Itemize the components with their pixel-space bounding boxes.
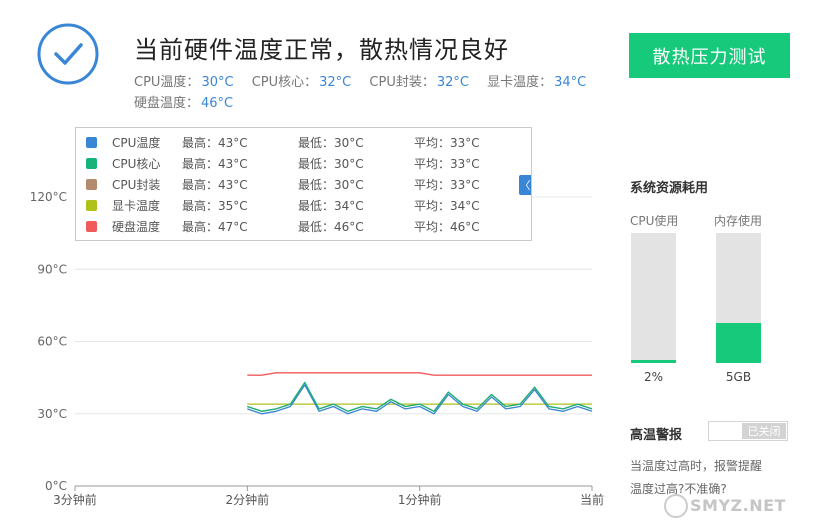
x-tick-label: 2分钟前 xyxy=(226,492,270,507)
legend-swatch xyxy=(86,179,97,190)
legend-swatch xyxy=(86,221,97,232)
resources-title: 系统资源耗用 xyxy=(630,181,709,196)
memory-usage-label: 内存使用 xyxy=(714,214,763,228)
reading-value: 34°C xyxy=(554,75,587,90)
memory-usage-value: 5GB xyxy=(725,370,752,384)
legend-avg: 平均：33°C xyxy=(414,157,480,171)
reading-value: 30°C xyxy=(201,75,234,90)
checkmark-circle-icon xyxy=(37,23,99,85)
legend-avg: 平均：46°C xyxy=(414,220,480,234)
legend-max: 最高：43°C xyxy=(182,157,248,171)
legend-name: CPU封装 xyxy=(112,178,161,192)
reading-disk-temp: 硬盘温度： 46°C xyxy=(134,93,233,114)
legend-min: 最低：46°C xyxy=(298,220,364,234)
legend-name: 显卡温度 xyxy=(112,199,161,213)
legend-name: CPU温度 xyxy=(112,136,161,150)
legend-row-gpu-temp: 显卡温度 最高：35°C 最低：34°C 平均：34°C xyxy=(76,195,531,216)
cpu-usage-label: CPU使用 xyxy=(630,214,679,228)
series-line-1 xyxy=(247,384,593,415)
legend-max: 最高：43°C xyxy=(182,136,248,150)
y-tick-label: 60°C xyxy=(37,335,67,349)
legend-row-cpu-package: CPU封装 最高：43°C 最低：30°C 平均：33°C xyxy=(76,174,531,195)
alert-description: 当温度过高时，报警提醒 温度过高?不准确? xyxy=(630,455,810,501)
reading-label: CPU封装： xyxy=(369,75,435,90)
legend-row-cpu-core: CPU核心 最高：43°C 最低：30°C 平均：33°C xyxy=(76,153,531,174)
status-headline: 当前硬件温度正常，散热情况良好 xyxy=(134,36,509,64)
reading-cpu-core: CPU核心： 32°C xyxy=(252,72,352,93)
memory-usage-fill xyxy=(716,322,761,363)
high-temp-alert-toggle[interactable]: 已关闭 xyxy=(708,421,788,441)
watermark-logo-icon xyxy=(664,494,688,518)
reading-label: CPU温度： xyxy=(134,75,200,90)
legend-avg: 平均：34°C xyxy=(414,199,480,213)
cpu-usage-value: 2% xyxy=(643,370,664,384)
watermark: SMYZ.NET xyxy=(690,496,786,515)
temperature-readings: CPU温度： 30°C CPU核心： 32°C CPU封装： 32°C 显卡温度： 34… xyxy=(134,72,604,114)
x-tick-label: 当前 xyxy=(580,492,604,507)
cpu-usage-fill xyxy=(631,360,676,363)
legend-row-disk-temp: 硬盘温度 最高：47°C 最低：46°C 平均：46°C xyxy=(76,216,531,237)
legend-max: 最高：47°C xyxy=(182,220,248,234)
legend-name: 硬盘温度 xyxy=(112,220,161,234)
legend-max: 最高：43°C xyxy=(182,178,248,192)
legend-row-cpu-temp: CPU温度 最高：43°C 最低：30°C 平均：33°C xyxy=(76,132,531,153)
legend-min: 最低：30°C xyxy=(298,157,364,171)
memory-usage-bar xyxy=(716,233,761,363)
y-tick-label: 30°C xyxy=(37,407,67,421)
legend-avg: 平均：33°C xyxy=(414,178,480,192)
legend-swatch xyxy=(86,137,97,148)
reading-label: 显卡温度： xyxy=(487,75,553,90)
reading-value: 46°C xyxy=(201,96,234,111)
y-tick-label: 0°C xyxy=(45,479,67,493)
legend-max: 最高：35°C xyxy=(182,199,248,213)
x-tick-label: 1分钟前 xyxy=(398,492,442,507)
stress-test-button[interactable]: 散热压力测试 xyxy=(629,33,790,78)
reading-cpu-temp: CPU温度： 30°C xyxy=(134,72,234,93)
reading-label: CPU核心： xyxy=(251,75,318,90)
series-line-5 xyxy=(247,372,592,376)
toggle-state-label: 已关闭 xyxy=(742,423,786,439)
reading-gpu-temp: 显卡温度： 34°C xyxy=(487,72,586,93)
reading-value: 32°C xyxy=(436,75,469,90)
reading-value: 32°C xyxy=(319,75,352,90)
legend-min: 最低：30°C xyxy=(298,178,364,192)
reading-label: 硬盘温度： xyxy=(134,96,200,111)
y-tick-label: 120°C xyxy=(30,190,67,204)
cpu-usage-bar xyxy=(631,233,676,363)
toggle-knob xyxy=(709,422,741,440)
legend-avg: 平均：33°C xyxy=(414,136,480,150)
legend-min: 最低：30°C xyxy=(298,136,364,150)
x-tick-label: 3分钟前 xyxy=(53,492,97,507)
legend-name: CPU核心 xyxy=(112,157,161,171)
alert-description-text: 当温度过高时，报警提醒 xyxy=(630,459,763,473)
high-temp-alert-title: 高温警报 xyxy=(630,428,683,443)
chart-legend: CPU温度 最高：43°C 最低：30°C 平均：33°C CPU核心 最高：4… xyxy=(75,127,532,241)
legend-swatch xyxy=(86,158,97,169)
reading-cpu-package: CPU封装： 32°C xyxy=(369,72,469,93)
y-tick-label: 90°C xyxy=(37,262,67,276)
legend-swatch xyxy=(86,200,97,211)
legend-collapse-button[interactable]: 〈 xyxy=(519,175,531,195)
legend-min: 最低：34°C xyxy=(298,199,364,213)
